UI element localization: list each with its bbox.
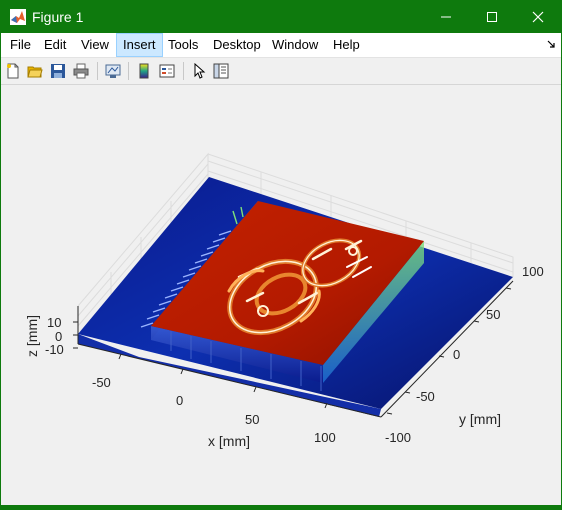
open-file-button[interactable] bbox=[25, 61, 45, 81]
link-plot-icon bbox=[105, 64, 121, 78]
toolbar-separator bbox=[97, 62, 98, 80]
y-axis-label: y [mm] bbox=[459, 411, 501, 427]
x-tick-label: -50 bbox=[92, 375, 111, 390]
insert-colorbar-button[interactable] bbox=[134, 61, 154, 81]
insert-legend-button[interactable] bbox=[157, 61, 177, 81]
print-icon bbox=[73, 63, 89, 79]
property-inspector-icon bbox=[213, 63, 229, 79]
link-plot-button[interactable] bbox=[103, 61, 123, 81]
y-tick-label: 50 bbox=[486, 307, 500, 322]
z-tick-label: 10 bbox=[47, 315, 61, 330]
y-tick-label: -100 bbox=[385, 430, 411, 445]
menu-help[interactable]: Help bbox=[327, 33, 366, 57]
property-inspector-button[interactable] bbox=[211, 61, 231, 81]
title-bar[interactable]: Figure 1 bbox=[1, 1, 561, 33]
y-tick-label: 0 bbox=[453, 347, 460, 362]
edit-plot-button[interactable] bbox=[189, 61, 209, 81]
save-icon bbox=[51, 64, 65, 78]
toolbar-separator bbox=[128, 62, 129, 80]
plot-area[interactable]: -50 0 50 100 100 50 0 -50 -100 10 0 -10 … bbox=[1, 84, 561, 505]
window-title: Figure 1 bbox=[32, 9, 84, 25]
menu-edit[interactable]: Edit bbox=[38, 33, 72, 57]
x-axis-label: x [mm] bbox=[208, 433, 250, 449]
figure-window: Figure 1 File Edit View Insert Tools Des… bbox=[0, 0, 562, 506]
open-file-icon bbox=[27, 66, 43, 78]
x-tick-label: 50 bbox=[245, 412, 259, 427]
new-figure-button[interactable] bbox=[3, 61, 23, 81]
maximize-button[interactable] bbox=[469, 1, 515, 33]
x-tick-label: 0 bbox=[176, 393, 183, 408]
new-figure-icon bbox=[7, 63, 19, 79]
minimize-icon bbox=[441, 16, 451, 18]
insert-legend-icon bbox=[159, 64, 175, 78]
z-tick-label: -10 bbox=[45, 342, 64, 357]
menu-view[interactable]: View bbox=[75, 33, 115, 57]
close-icon bbox=[532, 11, 544, 23]
menu-tools[interactable]: Tools bbox=[162, 33, 204, 57]
toolbar bbox=[1, 57, 561, 85]
close-button[interactable] bbox=[515, 1, 561, 33]
save-button[interactable] bbox=[48, 61, 68, 81]
z-axis-label: z [mm] bbox=[24, 315, 40, 357]
menu-insert[interactable]: Insert bbox=[116, 33, 163, 57]
print-button[interactable] bbox=[71, 61, 91, 81]
menu-bar: File Edit View Insert Tools Desktop Wind… bbox=[1, 33, 561, 57]
x-tick-label: 100 bbox=[314, 430, 336, 445]
minimize-button[interactable] bbox=[423, 1, 469, 33]
toolbar-separator bbox=[183, 62, 184, 80]
surface-plot: -50 0 50 100 100 50 0 -50 -100 10 0 -10 … bbox=[24, 152, 544, 449]
matlab-logo-icon bbox=[10, 9, 26, 25]
menu-window[interactable]: Window bbox=[266, 33, 324, 57]
y-tick-label: 100 bbox=[522, 264, 544, 279]
dock-arrow-icon[interactable] bbox=[546, 39, 556, 49]
edit-plot-icon bbox=[194, 63, 206, 79]
menu-desktop[interactable]: Desktop bbox=[207, 33, 267, 57]
y-tick-label: -50 bbox=[416, 389, 435, 404]
menu-file[interactable]: File bbox=[4, 33, 37, 57]
maximize-icon bbox=[487, 12, 497, 22]
insert-colorbar-icon bbox=[139, 63, 149, 79]
